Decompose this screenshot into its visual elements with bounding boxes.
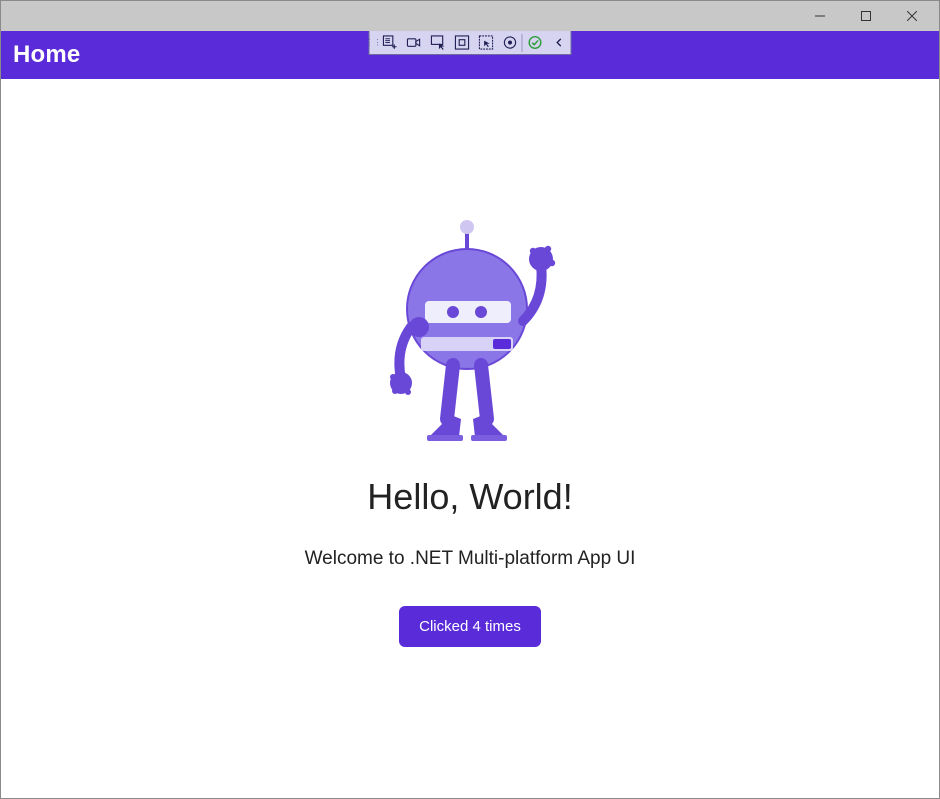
close-button[interactable]: [889, 1, 935, 31]
app-header: Home ⋮⋮: [1, 31, 939, 79]
collapse-toolbar-icon[interactable]: [547, 32, 571, 54]
hot-reload-settings-icon[interactable]: [498, 32, 522, 54]
window-titlebar: [1, 1, 939, 31]
toolbar-grip-icon[interactable]: ⋮⋮: [370, 31, 378, 54]
track-focus-icon[interactable]: [474, 32, 498, 54]
select-element-icon[interactable]: [426, 32, 450, 54]
minimize-button[interactable]: [797, 1, 843, 31]
page-title: Home: [13, 41, 80, 69]
record-icon[interactable]: [402, 32, 426, 54]
subhead-text: Welcome to .NET Multi-platform App UI: [305, 548, 636, 570]
display-layout-adorner-icon[interactable]: [450, 32, 474, 54]
debug-toolbar[interactable]: ⋮⋮: [369, 31, 572, 55]
main-content: Hello, World! Welcome to .NET Multi-plat…: [1, 79, 939, 798]
live-visual-tree-icon[interactable]: [378, 32, 402, 54]
dotnet-bot-illustration: [375, 219, 565, 454]
maximize-button[interactable]: [843, 1, 889, 31]
counter-button[interactable]: Clicked 4 times: [399, 606, 541, 647]
hot-reload-ok-icon[interactable]: [523, 32, 547, 54]
headline-text: Hello, World!: [367, 476, 572, 518]
